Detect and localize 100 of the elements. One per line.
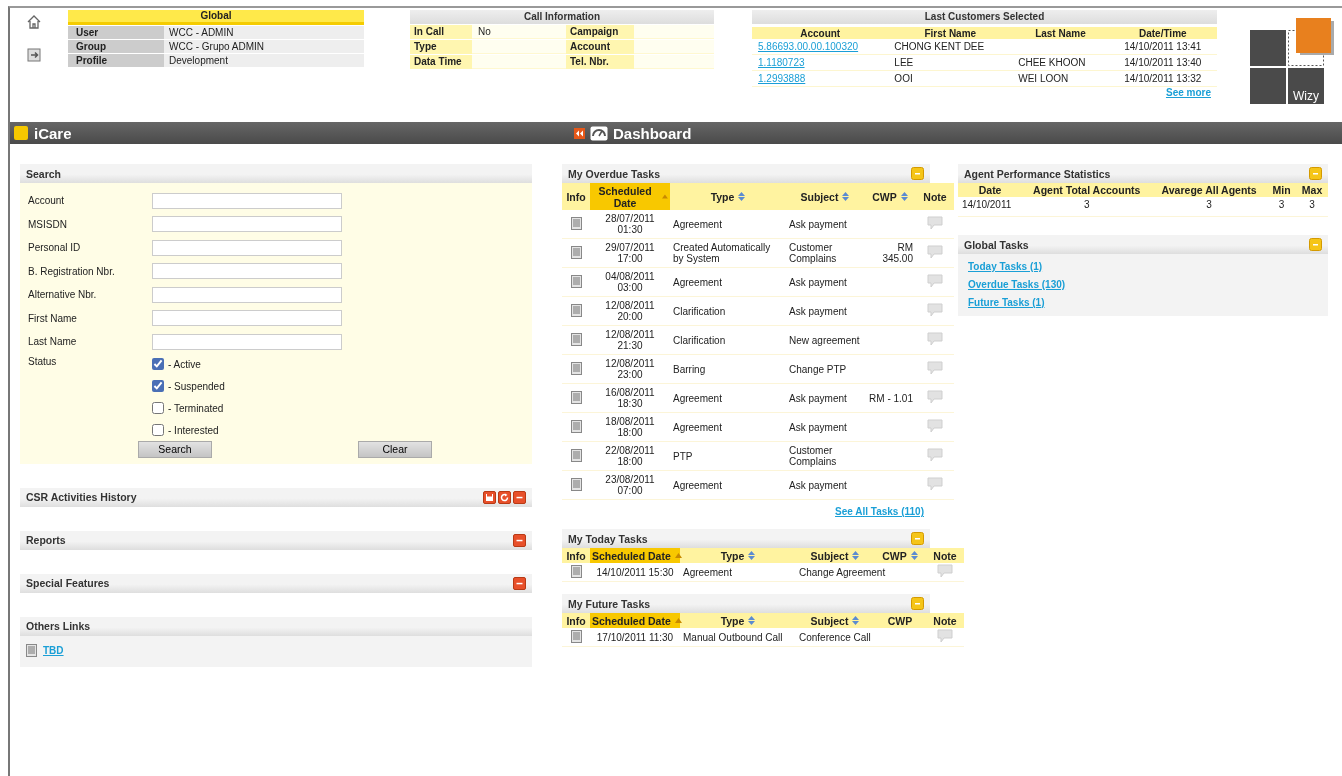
table-cell: Ask payment: [789, 421, 847, 433]
table-cell: Agreement: [683, 566, 732, 578]
field-label: Personal ID: [28, 242, 82, 254]
table-cell: Ask payment: [789, 276, 847, 288]
collapse-icon[interactable]: [513, 490, 526, 504]
column-header: Avarege All Agents: [1151, 183, 1267, 197]
field-label: Tel. Nbr.: [566, 55, 634, 69]
checkbox[interactable]: [152, 402, 164, 414]
table-cell: Change PTP: [789, 363, 847, 375]
panel-title: My Future Tasks: [568, 597, 651, 610]
global-title: Global: [68, 10, 364, 25]
table-cell: 14/10/2011 13:40: [1124, 57, 1202, 68]
checkbox[interactable]: [152, 358, 164, 370]
checkbox-label: - Active: [168, 358, 201, 370]
field-label: B. Registration Nbr.: [28, 265, 116, 277]
panel-title: Search: [26, 167, 62, 180]
field-value: WCC - ADMIN: [164, 26, 364, 39]
column-header[interactable]: Subject: [786, 183, 864, 210]
panel-title: Reports: [26, 534, 66, 546]
sort-ascending-icon: [674, 553, 682, 558]
table-cell: Agreement: [673, 276, 722, 288]
column-header[interactable]: CWP: [864, 183, 916, 210]
column-header[interactable]: Subject: [796, 548, 874, 563]
checkbox[interactable]: [152, 424, 164, 436]
section-title: Last Customers Selected: [752, 10, 1217, 24]
form-button[interactable]: Clear: [358, 440, 432, 458]
table-cell: Conference Call: [799, 631, 871, 643]
column-header: Info: [562, 548, 590, 563]
table-cell: CHEE KHOON: [1018, 57, 1086, 68]
document-icon[interactable]: [570, 419, 582, 433]
document-icon[interactable]: [570, 216, 582, 230]
collapse-icon[interactable]: [1309, 238, 1322, 251]
panel-title: Agent Performance Statistics: [964, 167, 1111, 180]
panel-title: My Overdue Tasks: [568, 167, 660, 180]
collapse-icon[interactable]: [911, 167, 924, 180]
logout-icon[interactable]: [27, 48, 41, 62]
input-field[interactable]: [152, 263, 342, 280]
table-cell: 29/07/2011 17:00: [605, 242, 655, 264]
table-cell: 14/10/2011 13:32: [1124, 73, 1202, 84]
table-cell: Agreement: [673, 479, 722, 491]
collapse-icon[interactable]: [911, 597, 924, 610]
collapse-icon[interactable]: [1309, 167, 1322, 180]
table-cell: Clarification: [673, 305, 726, 317]
document-icon[interactable]: [570, 629, 582, 643]
save-icon[interactable]: [483, 490, 496, 504]
input-field[interactable]: [152, 239, 342, 256]
table-cell: Change Agreement: [799, 566, 886, 578]
table-cell: Clarification: [673, 334, 726, 346]
column-header[interactable]: Type: [680, 613, 796, 628]
table-cell: 04/08/2011 03:00: [605, 271, 655, 293]
column-header[interactable]: CWP: [874, 548, 926, 563]
column-header: Last Name: [1012, 27, 1109, 39]
input-field[interactable]: [152, 310, 342, 327]
refresh-icon[interactable]: [498, 490, 511, 504]
column-header[interactable]: Type: [670, 183, 786, 210]
input-field[interactable]: [152, 333, 342, 350]
sort-ascending-icon: [674, 618, 682, 623]
document-icon[interactable]: [570, 274, 582, 288]
checkbox[interactable]: [152, 380, 164, 392]
table-cell: New agreement: [789, 334, 860, 346]
sort-icon: [852, 551, 860, 560]
form-button[interactable]: Search: [138, 440, 212, 458]
document-icon[interactable]: [570, 448, 582, 462]
field-value: WCC - Grupo ADMIN: [164, 40, 364, 53]
input-field[interactable]: [152, 216, 342, 233]
column-header: Info: [562, 613, 590, 628]
table-cell: 23/08/2011 07:00: [605, 474, 655, 496]
sort-icon: [738, 192, 746, 201]
field-label: First Name: [28, 312, 78, 324]
input-field[interactable]: [152, 192, 342, 209]
document-icon[interactable]: [570, 332, 582, 346]
column-header: Info: [562, 183, 590, 210]
field-label: In Call: [410, 25, 472, 39]
document-icon[interactable]: [570, 564, 582, 578]
document-icon[interactable]: [570, 303, 582, 317]
table-cell: CHONG KENT DEE: [894, 41, 985, 52]
collapse-icon[interactable]: [911, 532, 924, 545]
collapse-icon[interactable]: [513, 533, 526, 547]
dashboard-icon: [590, 125, 608, 141]
table-cell: Ask payment: [789, 479, 847, 491]
column-header[interactable]: Subject: [796, 613, 874, 628]
column-header[interactable]: Scheduled Date: [590, 183, 670, 210]
table-cell: 3: [1278, 199, 1285, 210]
home-icon[interactable]: [26, 14, 42, 30]
input-field[interactable]: [152, 286, 342, 303]
document-icon[interactable]: [570, 477, 582, 491]
column-header[interactable]: Scheduled Date: [590, 613, 680, 628]
page-title: Dashboard: [613, 124, 692, 142]
document-icon[interactable]: [570, 245, 582, 259]
collapse-icon[interactable]: [513, 576, 526, 590]
rewind-icon[interactable]: [574, 127, 585, 139]
table-cell: OOI: [894, 73, 913, 84]
checkbox-label: - Interested: [168, 424, 219, 436]
document-icon[interactable]: [26, 643, 37, 657]
column-header[interactable]: Scheduled Date: [590, 548, 680, 563]
document-icon[interactable]: [570, 390, 582, 404]
column-header: Date/Time: [1108, 27, 1217, 39]
sort-ascending-icon: [662, 194, 668, 199]
document-icon[interactable]: [570, 361, 582, 375]
column-header[interactable]: Type: [680, 548, 796, 563]
